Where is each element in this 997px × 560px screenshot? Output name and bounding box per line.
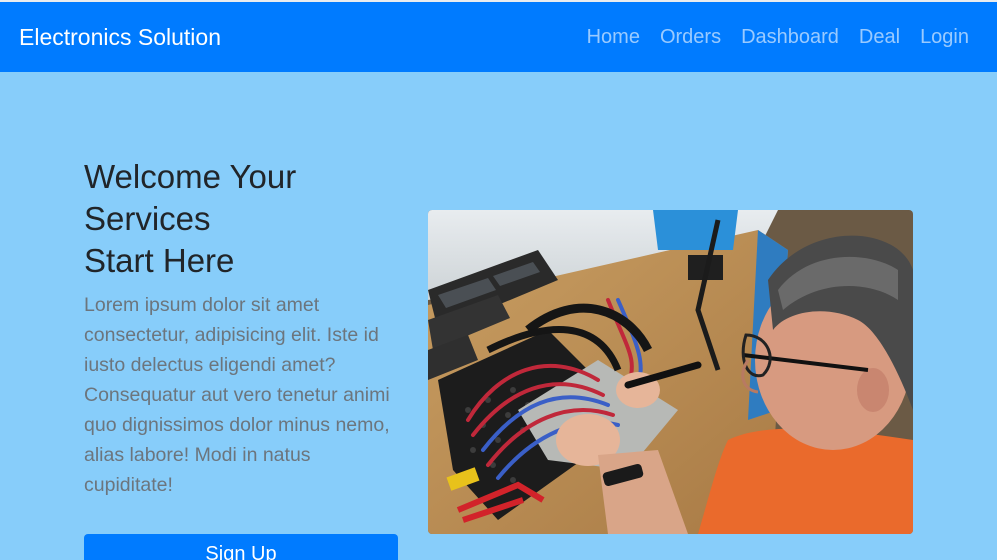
nav-link-login[interactable]: Login [920, 24, 969, 50]
hero-description: Lorem ipsum dolor sit amet consectetur, … [84, 294, 390, 496]
nav-link-home[interactable]: Home [587, 24, 640, 50]
nav-link-deal[interactable]: Deal [859, 24, 900, 50]
nav-link-dashboard[interactable]: Dashboard [741, 24, 839, 50]
hero-title-line: Welcome Your [84, 158, 297, 195]
hero-image [428, 210, 913, 534]
nav-links: Home Orders Dashboard Deal Login [567, 24, 969, 50]
navbar: Electronics Solution Home Orders Dashboa… [0, 2, 997, 72]
hero-title: Welcome Your Services Start Here [84, 156, 402, 282]
nav-link-orders[interactable]: Orders [660, 24, 721, 50]
sign-up-button[interactable]: Sign Up [84, 534, 398, 560]
brand-logo-link[interactable]: Electronics Solution [19, 23, 221, 51]
hero-title-line: Start Here [84, 242, 235, 279]
hero-title-line: Services [84, 200, 211, 237]
technician-soldering-photo-icon [428, 210, 913, 534]
hero-text: Welcome Your Services Start Here Lorem i… [84, 156, 402, 500]
